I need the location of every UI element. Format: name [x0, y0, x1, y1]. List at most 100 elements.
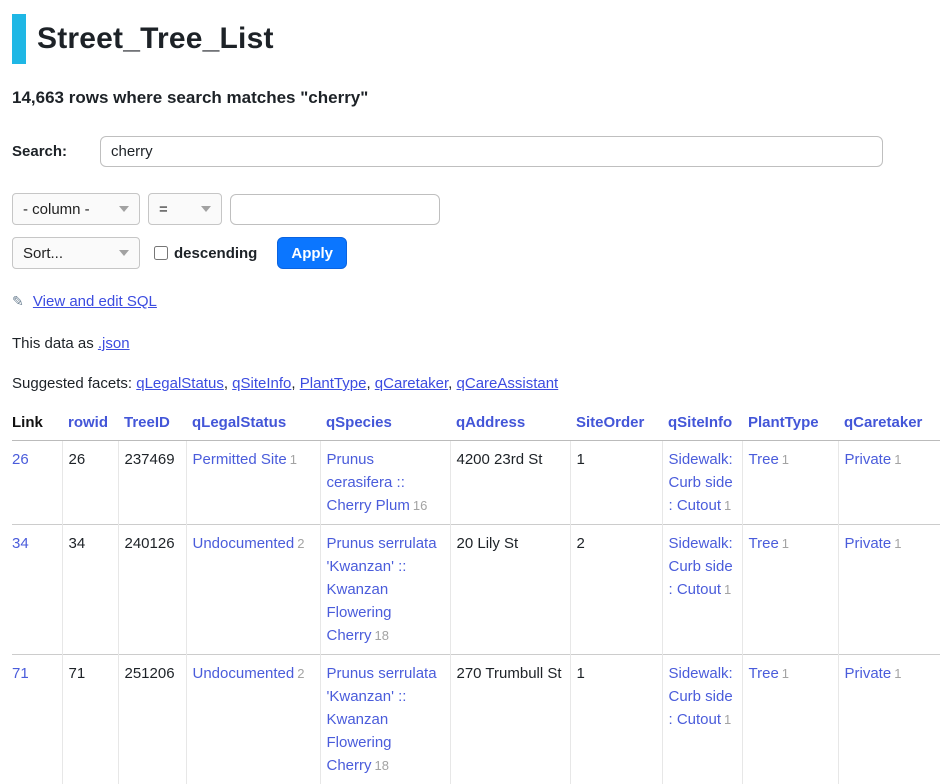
facet-link-qlegalstatus[interactable]: qLegalStatus — [136, 375, 224, 392]
results-table: Link rowid TreeID qLegalStatus qSpecies … — [12, 410, 940, 784]
sort-by-planttype-link[interactable]: PlantType — [748, 414, 819, 431]
sort-by-treeid-link[interactable]: TreeID — [124, 414, 170, 431]
pencil-icon: ✎ — [12, 293, 24, 309]
cell-rowid: 26 — [62, 441, 118, 525]
facet-count: 1 — [724, 712, 731, 727]
sort-by-qaddress-link[interactable]: qAddress — [456, 414, 525, 431]
facet-value-link[interactable]: Prunus cerasifera :: Cherry Plum — [327, 451, 410, 514]
column-header-qspecies[interactable]: qSpecies — [320, 410, 450, 441]
facet-value-link[interactable]: Tree — [749, 535, 779, 552]
cell-qaddress: 4200 23rd St — [450, 441, 570, 525]
column-header-qcaretaker[interactable]: qCaretaker — [838, 410, 940, 441]
cell-siteorder: 1 — [570, 441, 662, 525]
column-header-rowid[interactable]: rowid — [62, 410, 118, 441]
sort-by-qspecies-link[interactable]: qSpecies — [326, 414, 392, 431]
column-header-qsiteinfo[interactable]: qSiteInfo — [662, 410, 742, 441]
sort-by-qlegalstatus-link[interactable]: qLegalStatus — [192, 414, 286, 431]
sort-by-siteorder-link[interactable]: SiteOrder — [576, 414, 644, 431]
facet-count: 16 — [413, 498, 427, 513]
cell-qcaretaker: Private1 — [838, 655, 940, 784]
apply-button[interactable]: Apply — [277, 237, 347, 269]
facets-prefix: Suggested facets: — [12, 375, 136, 392]
cell-planttype: Tree1 — [742, 655, 838, 784]
descending-checkbox[interactable] — [154, 246, 168, 260]
filter-row: - column - = — [12, 193, 940, 225]
table-row: 34 34 240126 Undocumented2 Prunus serrul… — [12, 525, 940, 655]
cell-rowid: 34 — [62, 525, 118, 655]
page-title: Street_Tree_List — [37, 14, 274, 64]
cell-qsiteinfo: Sidewalk: Curb side : Cutout1 — [662, 655, 742, 784]
sort-by-qsiteinfo-link[interactable]: qSiteInfo — [668, 414, 732, 431]
cell-qlegalstatus: Permitted Site1 — [186, 441, 320, 525]
cell-treeid: 251206 — [118, 655, 186, 784]
row-link[interactable]: 34 — [12, 535, 29, 552]
row-link[interactable]: 26 — [12, 451, 29, 468]
search-input[interactable] — [100, 136, 883, 167]
facet-value-link[interactable]: Permitted Site — [193, 451, 287, 468]
facet-value-link[interactable]: Private — [845, 451, 892, 468]
facet-count: 18 — [375, 628, 389, 643]
facet-value-link[interactable]: Private — [845, 665, 892, 682]
column-header-planttype[interactable]: PlantType — [742, 410, 838, 441]
facet-link-qcareassistant[interactable]: qCareAssistant — [457, 375, 559, 392]
chevron-down-icon — [119, 250, 129, 256]
facet-count: 1 — [894, 666, 901, 681]
search-form: Search: — [12, 136, 940, 167]
cell-qspecies: Prunus serrulata 'Kwanzan' :: Kwanzan Fl… — [320, 655, 450, 784]
table-header-row: Link rowid TreeID qLegalStatus qSpecies … — [12, 410, 940, 441]
facet-value-link[interactable]: Undocumented — [193, 535, 295, 552]
facet-count: 1 — [894, 452, 901, 467]
facet-link-qsiteinfo[interactable]: qSiteInfo — [232, 375, 291, 392]
facet-count: 1 — [782, 666, 789, 681]
facet-separator: , — [291, 375, 299, 392]
cell-planttype: Tree1 — [742, 441, 838, 525]
facet-link-planttype[interactable]: PlantType — [300, 375, 367, 392]
sort-row: Sort... descending Apply — [12, 237, 940, 269]
facet-count: 1 — [724, 498, 731, 513]
sort-by-qcaretaker-link[interactable]: qCaretaker — [844, 414, 922, 431]
column-select[interactable]: - column - — [12, 193, 140, 225]
row-link[interactable]: 71 — [12, 665, 29, 682]
column-header-siteorder[interactable]: SiteOrder — [570, 410, 662, 441]
json-link[interactable]: .json — [98, 335, 130, 352]
operator-select[interactable]: = — [148, 193, 222, 225]
facet-count: 2 — [297, 536, 304, 551]
facet-count: 1 — [782, 452, 789, 467]
facet-value-link[interactable]: Tree — [749, 451, 779, 468]
chevron-down-icon — [119, 206, 129, 212]
data-as-prefix: This data as — [12, 335, 98, 352]
facet-count: 1 — [894, 536, 901, 551]
suggested-facets-line: Suggested facets: qLegalStatus, qSiteInf… — [12, 375, 940, 392]
table-row: 71 71 251206 Undocumented2 Prunus serrul… — [12, 655, 940, 784]
cell-siteorder: 1 — [570, 655, 662, 784]
cell-qsiteinfo: Sidewalk: Curb side : Cutout1 — [662, 525, 742, 655]
cell-qspecies: Prunus serrulata 'Kwanzan' :: Kwanzan Fl… — [320, 525, 450, 655]
view-edit-sql-link[interactable]: View and edit SQL — [33, 293, 157, 310]
column-header-qaddress[interactable]: qAddress — [450, 410, 570, 441]
column-header-qlegalstatus[interactable]: qLegalStatus — [186, 410, 320, 441]
chevron-down-icon — [201, 206, 211, 212]
facet-separator: , — [448, 375, 456, 392]
cell-planttype: Tree1 — [742, 525, 838, 655]
cell-qlegalstatus: Undocumented2 — [186, 525, 320, 655]
sort-by-rowid-link[interactable]: rowid — [68, 414, 108, 431]
facet-value-link[interactable]: Tree — [749, 665, 779, 682]
facet-count: 1 — [290, 452, 297, 467]
facet-separator: , — [224, 375, 232, 392]
page-header: Street_Tree_List — [12, 14, 940, 64]
cell-link: 26 — [12, 441, 62, 525]
column-header-treeid[interactable]: TreeID — [118, 410, 186, 441]
cell-treeid: 240126 — [118, 525, 186, 655]
sort-select[interactable]: Sort... — [12, 237, 140, 269]
facet-value-link[interactable]: Undocumented — [193, 665, 295, 682]
facet-link-qcaretaker[interactable]: qCaretaker — [375, 375, 448, 392]
filter-value-input[interactable] — [230, 194, 440, 225]
cell-siteorder: 2 — [570, 525, 662, 655]
accent-bar — [12, 14, 26, 64]
cell-rowid: 71 — [62, 655, 118, 784]
facet-count: 2 — [297, 666, 304, 681]
facet-value-link[interactable]: Private — [845, 535, 892, 552]
facet-count: 1 — [782, 536, 789, 551]
facet-count: 18 — [375, 758, 389, 773]
cell-treeid: 237469 — [118, 441, 186, 525]
